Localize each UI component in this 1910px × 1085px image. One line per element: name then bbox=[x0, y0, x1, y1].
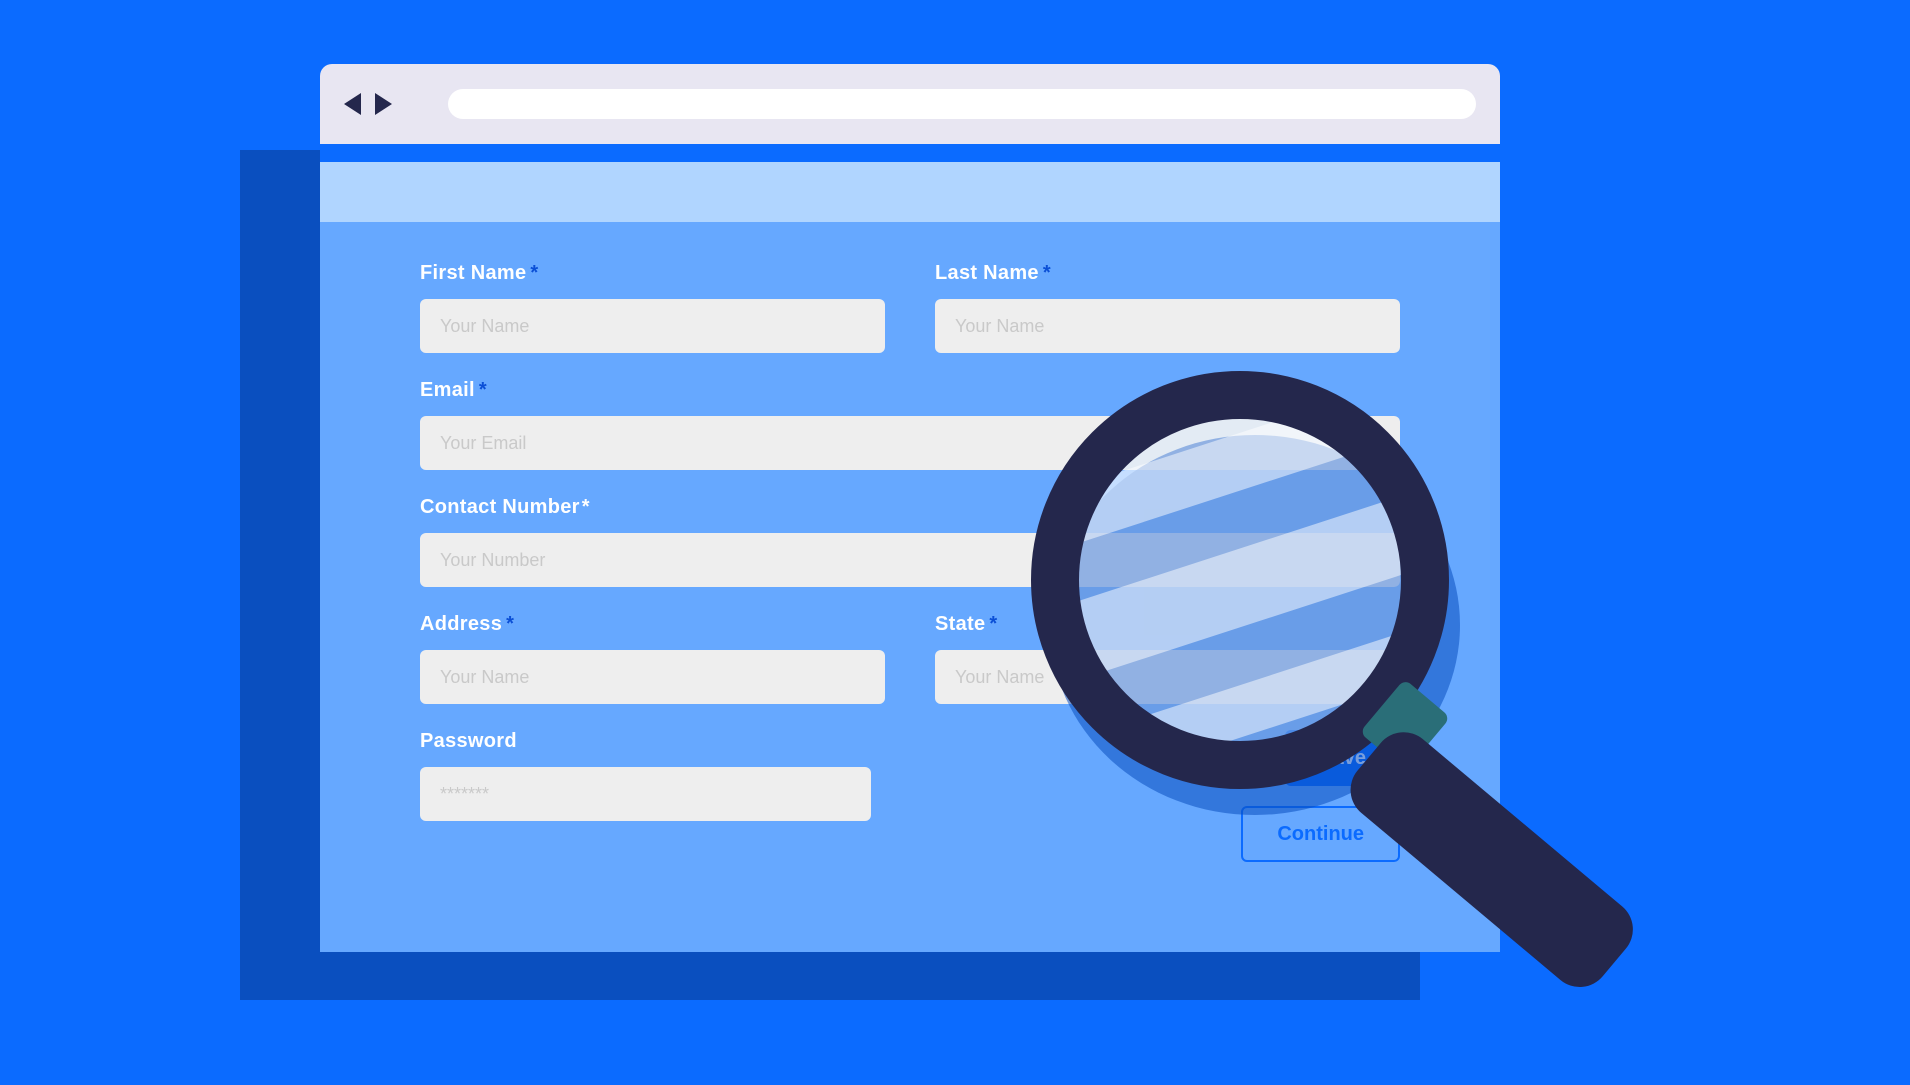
email-input[interactable] bbox=[420, 416, 1400, 470]
contact-input[interactable] bbox=[420, 533, 1400, 587]
continue-button[interactable]: Continue bbox=[1241, 806, 1400, 862]
back-icon[interactable] bbox=[344, 93, 361, 115]
forward-icon[interactable] bbox=[375, 93, 392, 115]
browser-window: First Name* Last Name* Email* bbox=[320, 64, 1500, 952]
last-name-input[interactable] bbox=[935, 299, 1400, 353]
form-area: First Name* Last Name* Email* bbox=[320, 222, 1500, 952]
address-label: Address* bbox=[420, 613, 885, 636]
state-input[interactable] bbox=[935, 650, 1400, 704]
first-name-label: First Name* bbox=[420, 262, 885, 285]
contact-label: Contact Number* bbox=[420, 496, 1400, 519]
url-bar[interactable] bbox=[448, 89, 1476, 119]
password-input[interactable] bbox=[420, 767, 871, 821]
state-label: State* bbox=[935, 613, 1400, 636]
browser-chrome bbox=[320, 64, 1500, 144]
nav-arrows bbox=[344, 93, 392, 115]
top-strip bbox=[320, 144, 1500, 162]
address-input[interactable] bbox=[420, 650, 885, 704]
last-name-label: Last Name* bbox=[935, 262, 1400, 285]
email-label: Email* bbox=[420, 379, 1400, 402]
password-label: Password bbox=[420, 730, 871, 753]
first-name-input[interactable] bbox=[420, 299, 885, 353]
save-button[interactable]: Save bbox=[1285, 730, 1400, 786]
header-band bbox=[320, 162, 1500, 222]
